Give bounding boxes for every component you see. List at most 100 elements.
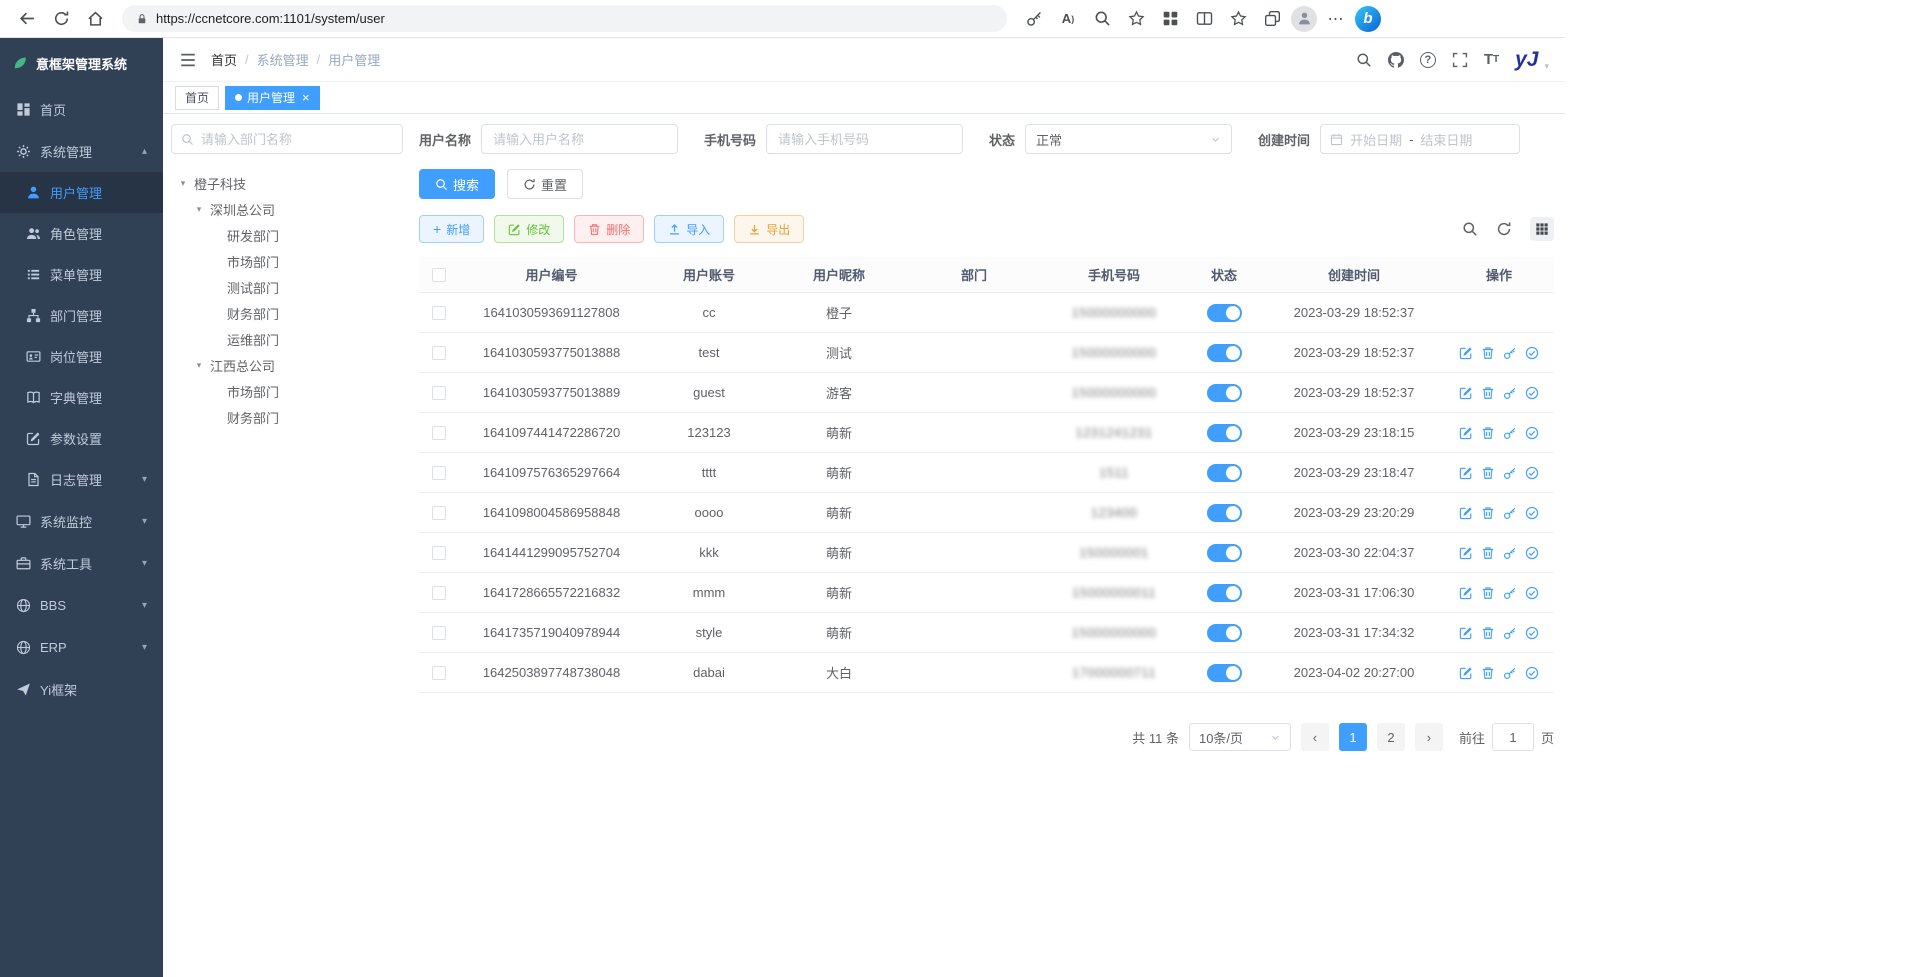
zoom-button[interactable] (1087, 4, 1117, 34)
row-edit-icon[interactable] (1459, 666, 1473, 680)
row-delete-icon[interactable] (1481, 666, 1495, 680)
browser-back-button[interactable] (12, 4, 42, 34)
tab-user-mgmt[interactable]: 用户管理 × (225, 86, 320, 110)
sidebar-toggle-button[interactable] (179, 51, 197, 69)
page-1-button[interactable]: 1 (1339, 723, 1367, 751)
row-assign-role-icon[interactable] (1525, 386, 1539, 400)
row-assign-role-icon[interactable] (1525, 466, 1539, 480)
tree-node-branch[interactable]: ▾ 深圳总公司 (171, 196, 403, 222)
row-edit-icon[interactable] (1459, 346, 1473, 360)
tree-node-branch[interactable]: ▾ 江西总公司 (171, 352, 403, 378)
add-button[interactable]: + 新增 (419, 215, 484, 243)
browser-home-button[interactable] (80, 4, 110, 34)
row-checkbox[interactable] (432, 626, 446, 640)
browser-profile-avatar[interactable] (1291, 6, 1317, 32)
row-reset-password-icon[interactable] (1503, 666, 1517, 680)
row-delete-icon[interactable] (1481, 506, 1495, 520)
row-assign-role-icon[interactable] (1525, 546, 1539, 560)
row-delete-icon[interactable] (1481, 626, 1495, 640)
row-assign-role-icon[interactable] (1525, 666, 1539, 680)
user-avatar-logo[interactable]: yJ (1515, 49, 1538, 70)
tree-node-dept[interactable]: 市场部门 (171, 378, 403, 404)
row-reset-password-icon[interactable] (1503, 546, 1517, 560)
extensions-button[interactable] (1155, 4, 1185, 34)
dept-search-input[interactable] (201, 132, 393, 147)
tab-home[interactable]: 首页 (175, 86, 219, 110)
row-checkbox[interactable] (432, 346, 446, 360)
sidebar-item-dict-mgmt[interactable]: 字典管理 (0, 377, 163, 418)
header-search-icon[interactable] (1356, 52, 1372, 68)
prev-page-button[interactable]: ‹ (1301, 723, 1329, 751)
row-checkbox[interactable] (432, 466, 446, 480)
row-assign-role-icon[interactable] (1525, 626, 1539, 640)
row-edit-icon[interactable] (1459, 546, 1473, 560)
sidebar-item-system[interactable]: 系统管理 ▴ (0, 130, 163, 172)
read-aloud-button[interactable]: A) (1053, 4, 1083, 34)
tree-caret-icon[interactable]: ▾ (193, 360, 205, 371)
tree-node-dept[interactable]: 财务部门 (171, 404, 403, 430)
split-screen-button[interactable] (1189, 4, 1219, 34)
username-input[interactable] (481, 124, 678, 154)
row-assign-role-icon[interactable] (1525, 346, 1539, 360)
password-key-icon[interactable] (1019, 4, 1049, 34)
status-toggle[interactable] (1207, 464, 1242, 482)
row-reset-password-icon[interactable] (1503, 466, 1517, 480)
sidebar-item-yi-framework[interactable]: Yi框架 (0, 668, 163, 710)
row-reset-password-icon[interactable] (1503, 426, 1517, 440)
phone-input[interactable] (766, 124, 963, 154)
sidebar-item-post-mgmt[interactable]: 岗位管理 (0, 336, 163, 377)
tree-caret-icon[interactable]: ▾ (193, 204, 205, 215)
status-toggle[interactable] (1207, 664, 1242, 682)
browser-refresh-button[interactable] (46, 4, 76, 34)
row-edit-icon[interactable] (1459, 466, 1473, 480)
row-edit-icon[interactable] (1459, 626, 1473, 640)
bing-copilot-icon[interactable]: b (1355, 6, 1381, 32)
full-screen-icon[interactable] (1452, 52, 1468, 68)
github-icon[interactable] (1388, 52, 1404, 68)
tree-node-dept[interactable]: 研发部门 (171, 222, 403, 248)
sidebar-item-erp[interactable]: ERP ▾ (0, 626, 163, 668)
tree-node-dept[interactable]: 市场部门 (171, 248, 403, 274)
next-page-button[interactable]: › (1415, 723, 1443, 751)
help-icon[interactable]: ? (1420, 52, 1436, 68)
row-checkbox[interactable] (432, 506, 446, 520)
row-delete-icon[interactable] (1481, 346, 1495, 360)
row-edit-icon[interactable] (1459, 506, 1473, 520)
breadcrumb-system[interactable]: 系统管理 (257, 50, 309, 69)
row-checkbox[interactable] (432, 546, 446, 560)
page-2-button[interactable]: 2 (1377, 723, 1405, 751)
row-edit-icon[interactable] (1459, 386, 1473, 400)
row-checkbox[interactable] (432, 426, 446, 440)
row-reset-password-icon[interactable] (1503, 506, 1517, 520)
row-checkbox[interactable] (432, 666, 446, 680)
sidebar-item-home[interactable]: 首页 (0, 88, 163, 130)
row-checkbox[interactable] (432, 306, 446, 320)
sidebar-item-log-mgmt[interactable]: 日志管理 ▾ (0, 459, 163, 500)
collections-button[interactable] (1257, 4, 1287, 34)
status-toggle[interactable] (1207, 304, 1242, 322)
sidebar-item-menu-mgmt[interactable]: 菜单管理 (0, 254, 163, 295)
row-reset-password-icon[interactable] (1503, 626, 1517, 640)
row-checkbox[interactable] (432, 386, 446, 400)
sidebar-item-dept-mgmt[interactable]: 部门管理 (0, 295, 163, 336)
tree-node-dept[interactable]: 运维部门 (171, 326, 403, 352)
reset-button[interactable]: 重置 (507, 169, 583, 199)
row-edit-icon[interactable] (1459, 586, 1473, 600)
import-button[interactable]: 导入 (654, 215, 724, 243)
tree-node-dept[interactable]: 财务部门 (171, 300, 403, 326)
status-toggle[interactable] (1207, 344, 1242, 362)
sidebar-item-user-mgmt[interactable]: 用户管理 (0, 172, 163, 213)
row-delete-icon[interactable] (1481, 466, 1495, 480)
search-button[interactable]: 搜索 (419, 169, 495, 199)
favorite-star-button[interactable] (1121, 4, 1151, 34)
row-edit-icon[interactable] (1459, 426, 1473, 440)
row-reset-password-icon[interactable] (1503, 346, 1517, 360)
select-all-checkbox[interactable] (432, 268, 446, 282)
sidebar-item-bbs[interactable]: BBS ▾ (0, 584, 163, 626)
row-reset-password-icon[interactable] (1503, 586, 1517, 600)
status-select[interactable]: 正常 (1025, 124, 1232, 154)
row-checkbox[interactable] (432, 586, 446, 600)
row-assign-role-icon[interactable] (1525, 506, 1539, 520)
sidebar-item-tools[interactable]: 系统工具 ▾ (0, 542, 163, 584)
column-settings-icon[interactable] (1530, 217, 1554, 241)
